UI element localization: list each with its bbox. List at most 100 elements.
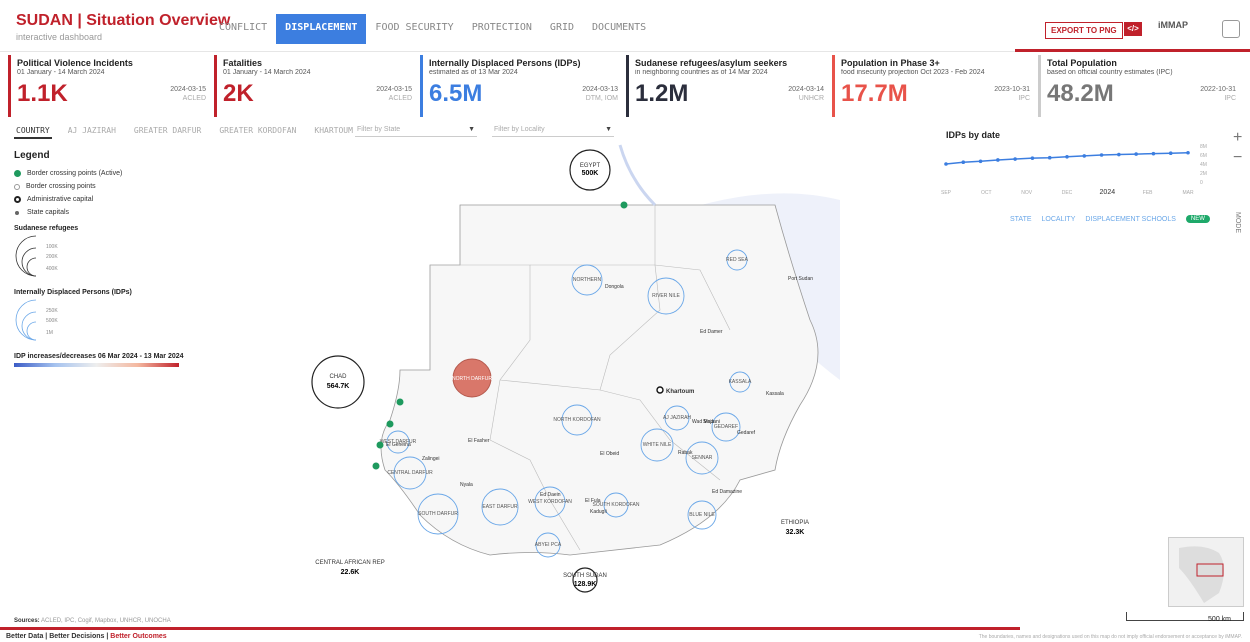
ref-tick: 200K <box>46 254 58 260</box>
kpi-date: 2024-03-13 DTM, IOM <box>582 85 618 103</box>
idp-data-point[interactable] <box>1082 154 1087 158</box>
city-label: Sinja <box>703 419 714 425</box>
locality-filter[interactable]: Filter by Locality ▼ <box>492 124 614 137</box>
kpi-sub: in neighboring countries as of 14 Mar 20… <box>635 69 768 76</box>
legend-label: Border crossing points (Active) <box>27 170 123 177</box>
state-label: NORTHERN <box>573 277 602 283</box>
locality-toggle[interactable]: LOCALITY <box>1042 216 1076 223</box>
country-bubble-chad[interactable] <box>311 355 365 409</box>
tagline-b: Better Outcomes <box>110 633 167 640</box>
kpi-title: Total Population <box>1047 58 1117 68</box>
capital-marker[interactable] <box>656 386 664 394</box>
idps-by-date-chart[interactable]: 8M 6M 4M 2M 0 SEP OCT NOV DEC 2024 FEB MAR <box>940 142 1210 202</box>
active-crossing-icon <box>14 170 21 177</box>
tab-aj-jazirah[interactable]: AJ JAZIRAH <box>66 124 118 139</box>
idp-data-point[interactable] <box>1030 156 1035 160</box>
country-label: ETHIOPIA <box>781 520 809 526</box>
sudan-map[interactable]: EGYPT 500K CHAD 564.7K ETHIOPIA 32.3K CE… <box>200 140 840 610</box>
top-bar: SUDAN | Situation Overview interactive d… <box>0 0 1250 52</box>
active-crossing-marker[interactable] <box>396 398 404 406</box>
kpi-refugees: Sudanese refugees/asylum seekers in neig… <box>626 55 832 117</box>
tab-khartoum[interactable]: KHARTOUM <box>312 124 355 139</box>
city-label: El Obeid <box>600 451 619 457</box>
schools-toggle[interactable]: DISPLACEMENT SCHOOLS <box>1085 216 1176 223</box>
city-label: Ed Damer <box>700 329 723 335</box>
kpi-date: 2023-10-31 IPC <box>994 85 1030 103</box>
legend-item: Administrative capital <box>14 193 194 206</box>
kpi-title: Sudanese refugees/asylum seekers <box>635 58 788 68</box>
legend: Legend Border crossing points (Active) B… <box>14 150 194 367</box>
country-bubble-south-sudan[interactable] <box>572 567 598 593</box>
active-crossing-marker[interactable] <box>372 462 380 470</box>
kpi-date-text: 2024-03-13 <box>582 86 618 93</box>
tab-food-security[interactable]: FOOD SECURITY <box>366 14 462 44</box>
sources-line: Sources: ACLED, IPC, Cogif, Mapbox, UNHC… <box>14 618 171 624</box>
state-capital-icon <box>15 210 19 215</box>
idp-data-point[interactable] <box>1168 151 1173 155</box>
overview-minimap[interactable] <box>1168 537 1244 607</box>
zoom-out-button[interactable]: − <box>1233 148 1242 168</box>
kpi-source: DTM, IOM <box>585 95 618 102</box>
idp-data-point[interactable] <box>978 159 983 164</box>
legend-title: Legend <box>14 150 50 161</box>
idp-data-point[interactable] <box>1099 153 1104 157</box>
zoom-controls: + − <box>1233 128 1242 168</box>
tab-greater-kordofan[interactable]: GREATER KORDOFAN <box>217 124 298 139</box>
kpi-incidents: Political Violence Incidents 01 January … <box>8 55 214 117</box>
sources-text: ACLED, IPC, Cogif, Mapbox, UNHCR, UNOCHA <box>41 618 171 624</box>
kpi-population: Total Population based on official count… <box>1038 55 1244 117</box>
new-badge: NEW <box>1185 215 1210 223</box>
tab-country[interactable]: COUNTRY <box>14 124 52 139</box>
idp-data-point[interactable] <box>1117 152 1121 157</box>
main-nav: CONFLICT DISPLACEMENT FOOD SECURITY PROT… <box>210 14 655 52</box>
city-label: Port Sudan <box>788 276 813 282</box>
legend-label: Administrative capital <box>27 196 94 203</box>
tagline-a: Better Data | Better Decisions | <box>6 633 111 640</box>
legend-label: State capitals <box>27 209 70 216</box>
change-legend-title: IDP increases/decreases 06 Mar 2024 - 13… <box>14 353 184 360</box>
y-tick-label: 6M <box>1200 153 1207 159</box>
nile-river <box>618 144 657 207</box>
idp-data-point[interactable] <box>944 162 948 166</box>
x-tick-label: FEB <box>1143 190 1153 196</box>
idp-data-point[interactable] <box>1151 151 1156 156</box>
x-tick-label: SEP <box>941 190 952 196</box>
idp-data-point[interactable] <box>996 158 1000 162</box>
idp-tick: 1M <box>46 330 53 336</box>
tab-grid[interactable]: GRID <box>541 14 583 44</box>
state-filter[interactable]: Filter by State ▼ <box>355 124 477 137</box>
tab-displacement[interactable]: DISPLACEMENT <box>276 14 367 44</box>
legend-item: Border crossing points <box>14 180 194 193</box>
idp-data-point[interactable] <box>1013 157 1017 161</box>
idp-tick: 250K <box>46 308 58 314</box>
active-crossing-marker[interactable] <box>386 420 394 428</box>
tab-documents[interactable]: DOCUMENTS <box>583 14 655 44</box>
mode-toggle[interactable]: MODE <box>1234 212 1241 233</box>
kpi-source: IPC <box>1018 95 1030 102</box>
tab-conflict[interactable]: CONFLICT <box>210 14 276 44</box>
capital-icon <box>14 196 21 203</box>
ref-tick: 100K <box>46 244 58 250</box>
zoom-in-button[interactable]: + <box>1233 128 1242 148</box>
city-label: Kadugli <box>590 509 607 515</box>
idp-data-point[interactable] <box>1134 152 1138 156</box>
idp-data-point[interactable] <box>1065 155 1069 159</box>
idp-data-point[interactable] <box>961 160 966 164</box>
active-crossing-marker[interactable] <box>620 201 628 209</box>
sudan-emblem-icon <box>1222 20 1240 38</box>
state-toggle[interactable]: STATE <box>1010 216 1032 223</box>
scale-bar: 500 km <box>1126 612 1244 623</box>
legend-label: Border crossing points <box>26 183 96 190</box>
export-png-button[interactable]: EXPORT TO PNG <box>1045 22 1123 39</box>
embed-code-icon[interactable]: </> <box>1124 22 1142 36</box>
tab-protection[interactable]: PROTECTION <box>463 14 541 44</box>
state-label: RED SEA <box>726 257 749 263</box>
disclaimer: The boundaries, names and designations u… <box>978 634 1242 640</box>
idp-data-point[interactable] <box>1186 150 1190 155</box>
active-crossing-marker[interactable] <box>376 441 384 449</box>
state-label: EAST DARFUR <box>482 504 518 510</box>
tab-greater-darfur[interactable]: GREATER DARFUR <box>132 124 203 139</box>
city-label: Nyala <box>460 482 473 488</box>
kpi-title: Fatalities <box>223 58 263 68</box>
idp-data-point[interactable] <box>1047 155 1052 160</box>
